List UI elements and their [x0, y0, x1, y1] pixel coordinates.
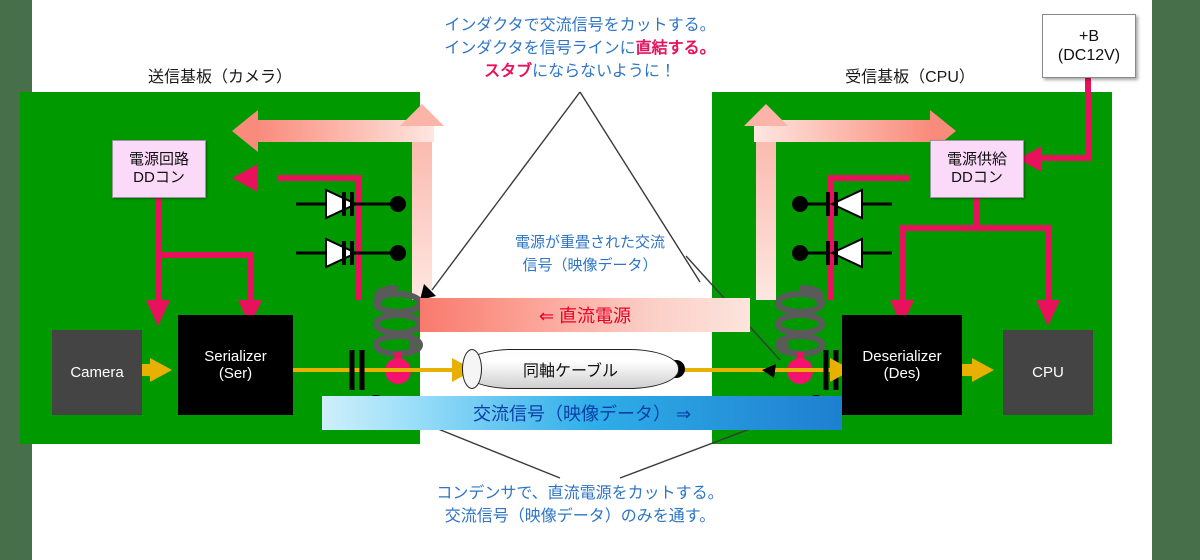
- cpu-label: CPU: [1032, 363, 1064, 381]
- power-supply-box: 電源供給 DDコン: [930, 140, 1024, 198]
- capacitor-annotation-line2: 交流信号（映像データ）のみを通す。: [444, 508, 716, 526]
- inductor-annotation-line3-b: にならないように！: [532, 63, 676, 81]
- coaxial-cable-end-cap: [462, 349, 482, 389]
- superimposed-signal-annotation: 電源が重畳された交流 信号（映像データ）: [480, 232, 700, 277]
- coaxial-cable: 同軸ケーブル: [462, 349, 679, 389]
- inductor-annotation-line3: スタブにならないように！: [400, 60, 760, 83]
- inductor-annotation-line2-a: インダクタを信号ラインに: [444, 40, 636, 58]
- deserializer-sublabel: (Des): [883, 365, 921, 382]
- battery-sublabel: (DC12V): [1057, 47, 1121, 64]
- coaxial-cable-label: 同軸ケーブル: [522, 363, 619, 380]
- camera-label: Camera: [70, 363, 124, 381]
- battery-label: +B: [1078, 27, 1099, 45]
- superimposed-signal-line1: 電源が重畳された交流: [514, 234, 665, 251]
- inductor-annotation-line3-a: スタブ: [484, 63, 533, 81]
- capacitor-annotation-line1: コンデンサで、直流電源をカットする。: [436, 485, 724, 502]
- deserializer-block: Deserializer (Des): [842, 315, 962, 415]
- serializer-sublabel: (Ser): [218, 365, 253, 382]
- capacitor-annotation: コンデンサで、直流電源をカットする。 交流信号（映像データ）のみを通す。: [390, 482, 770, 528]
- power-supply-sublabel: DDコン: [951, 169, 1003, 186]
- power-circuit-box: 電源回路 DDコン: [112, 140, 206, 198]
- receive-board-label: 受信基板（CPU）: [845, 69, 975, 86]
- inductor-annotation-line1: インダクタで交流信号をカットする。: [444, 17, 716, 34]
- battery-box: +B (DC12V): [1042, 14, 1136, 78]
- dc-power-band-label: ⇐ 直流電源: [538, 306, 632, 326]
- camera-block: Camera: [52, 330, 142, 415]
- ac-signal-band-label: 交流信号（映像データ） ⇒: [472, 404, 692, 424]
- inductor-annotation-line2-b: 直結する。: [635, 40, 716, 58]
- power-circuit-label: 電源回路: [128, 151, 189, 168]
- inductor-annotation-line2: インダクタを信号ラインに直結する。: [400, 37, 760, 60]
- inductor-annotation: インダクタで交流信号をカットする。 インダクタを信号ラインに直結する。 スタブに…: [400, 14, 760, 84]
- deserializer-label: Deserializer: [862, 347, 942, 365]
- superimposed-signal-line2: 信号（映像データ）: [522, 256, 658, 274]
- transmit-board-label: 送信基板（カメラ）: [147, 69, 292, 86]
- serializer-block: Serializer (Ser): [178, 315, 293, 415]
- diagram-root: 送信基板（カメラ） 受信基板（CPU） ⇐ 直流電源 交流信号（映像データ） ⇒…: [0, 0, 1200, 560]
- serializer-label: Serializer: [204, 347, 267, 365]
- power-circuit-sublabel: DDコン: [133, 169, 185, 186]
- cpu-block: CPU: [1003, 330, 1093, 415]
- power-supply-label: 電源供給: [946, 151, 1007, 168]
